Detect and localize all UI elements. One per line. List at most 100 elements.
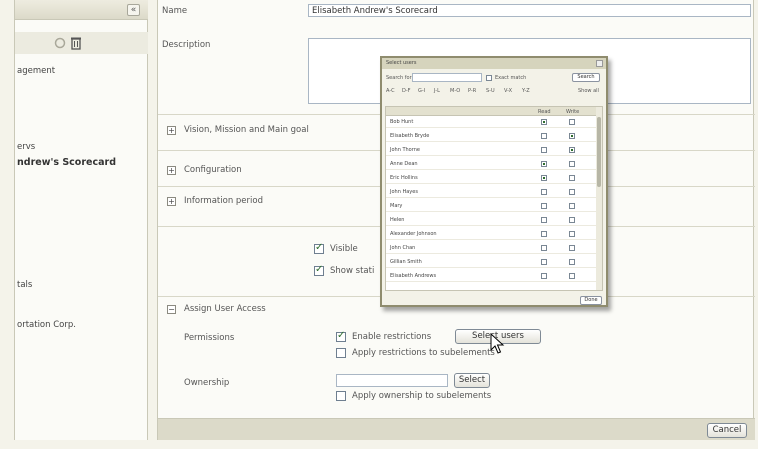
section-vision-title: Vision, Mission and Main goal xyxy=(184,125,309,135)
read-checkbox[interactable] xyxy=(541,245,547,251)
expand-icon[interactable]: + xyxy=(167,166,176,175)
read-column-header: Read xyxy=(538,109,551,115)
search-button[interactable]: Search xyxy=(572,73,600,82)
write-checkbox[interactable] xyxy=(569,217,575,223)
user-row[interactable]: Eric Hollins xyxy=(386,173,596,184)
letter-filter-g-i[interactable]: G-I xyxy=(418,88,425,94)
select-owner-button[interactable]: Select xyxy=(454,373,490,388)
sidebar-item-corp[interactable]: ortation Corp. xyxy=(17,320,76,330)
apply-restrictions-checkbox[interactable] xyxy=(336,348,346,358)
user-name: Alexander Johnson xyxy=(390,231,437,237)
user-row[interactable]: Anne Dean xyxy=(386,159,596,170)
read-checkbox[interactable] xyxy=(541,119,547,125)
refresh-icon[interactable] xyxy=(53,36,67,50)
write-checkbox[interactable] xyxy=(569,231,575,237)
trash-icon[interactable] xyxy=(69,36,83,50)
user-row[interactable]: Elisabeth Andrews xyxy=(386,271,596,282)
write-checkbox[interactable] xyxy=(569,259,575,265)
read-checkbox[interactable] xyxy=(541,217,547,223)
section-information-period-title: Information period xyxy=(184,196,263,206)
user-name: Eric Hollins xyxy=(390,175,418,181)
write-checkbox[interactable] xyxy=(569,245,575,251)
read-checkbox[interactable] xyxy=(541,147,547,153)
done-button[interactable]: Done xyxy=(580,296,602,305)
user-row[interactable]: Alexander Johnson xyxy=(386,229,596,240)
user-row[interactable]: Elisabeth Bryde xyxy=(386,131,596,142)
sidebar-item-tals[interactable]: tals xyxy=(17,280,32,290)
write-checkbox[interactable] xyxy=(569,119,575,125)
permissions-label: Permissions xyxy=(184,333,235,343)
ownership-field[interactable] xyxy=(336,374,448,387)
exact-match-checkbox[interactable] xyxy=(486,75,492,81)
write-checkbox[interactable] xyxy=(569,133,575,139)
user-row[interactable]: Mary xyxy=(386,201,596,212)
user-name: John Hayes xyxy=(390,189,418,195)
sidebar: « agement ervs ndrew's Scorecard tals or… xyxy=(14,0,148,440)
read-checkbox[interactable] xyxy=(541,273,547,279)
visible-label: Visible xyxy=(330,244,358,254)
user-row[interactable]: John Thorne xyxy=(386,145,596,156)
write-checkbox[interactable] xyxy=(569,147,575,153)
section-assign-access: − Assign User Access Permissions Enable … xyxy=(158,296,755,416)
user-name: Elisabeth Bryde xyxy=(390,133,430,139)
write-checkbox[interactable] xyxy=(569,189,575,195)
letter-filter-j-l[interactable]: J-L xyxy=(434,88,440,94)
enable-restrictions-label: Enable restrictions xyxy=(352,332,432,342)
read-checkbox[interactable] xyxy=(541,231,547,237)
scrollbar[interactable] xyxy=(596,107,602,290)
user-row[interactable]: Bob Hunt xyxy=(386,117,596,128)
read-checkbox[interactable] xyxy=(541,259,547,265)
write-checkbox[interactable] xyxy=(569,161,575,167)
read-checkbox[interactable] xyxy=(541,203,547,209)
enable-restrictions-checkbox[interactable] xyxy=(336,330,346,342)
write-column-header: Write xyxy=(566,109,580,115)
sidebar-header: « xyxy=(15,0,148,20)
sidebar-item-servs[interactable]: ervs xyxy=(17,142,35,152)
letter-filter-show-all[interactable]: Show all xyxy=(578,88,599,94)
collapse-icon[interactable]: − xyxy=(167,305,176,314)
read-checkbox[interactable] xyxy=(541,189,547,195)
name-field[interactable]: Elisabeth Andrew's Scorecard xyxy=(308,4,751,17)
close-icon[interactable] xyxy=(596,60,603,67)
section-configuration-title: Configuration xyxy=(184,165,242,175)
letter-filter-m-o[interactable]: M-O xyxy=(450,88,460,94)
read-checkbox[interactable] xyxy=(541,133,547,139)
user-row[interactable]: John Hayes xyxy=(386,187,596,198)
user-name: John Thorne xyxy=(390,147,420,153)
write-checkbox[interactable] xyxy=(569,203,575,209)
search-input[interactable] xyxy=(412,73,482,82)
letter-filter-y-z[interactable]: Y-Z xyxy=(522,88,530,94)
letter-filter-p-r[interactable]: P-R xyxy=(468,88,476,94)
expand-icon[interactable]: + xyxy=(167,197,176,206)
user-name: Elisabeth Andrews xyxy=(390,273,437,279)
user-name: Gillian Smith xyxy=(390,259,422,265)
show-status-checkbox[interactable] xyxy=(314,264,324,276)
section-assign-access-title: Assign User Access xyxy=(184,304,266,314)
users-table-header: Read Write xyxy=(386,107,602,116)
visible-checkbox[interactable] xyxy=(314,242,324,254)
show-status-label: Show stati xyxy=(330,266,375,276)
letter-filter-d-f[interactable]: D-F xyxy=(402,88,411,94)
read-checkbox[interactable] xyxy=(541,161,547,167)
search-label: Search for xyxy=(386,75,412,81)
letter-filter-s-u[interactable]: S-U xyxy=(486,88,495,94)
letter-filter-a-c[interactable]: A-C xyxy=(386,88,395,94)
scrollbar-thumb[interactable] xyxy=(597,117,601,187)
name-label: Name xyxy=(162,6,188,16)
mouse-cursor-icon xyxy=(490,333,505,354)
collapse-sidebar-button[interactable]: « xyxy=(127,4,140,16)
user-row[interactable]: Helen xyxy=(386,215,596,226)
write-checkbox[interactable] xyxy=(569,273,575,279)
apply-ownership-checkbox[interactable] xyxy=(336,391,346,401)
expand-icon[interactable]: + xyxy=(167,126,176,135)
sidebar-item-management[interactable]: agement xyxy=(17,66,55,76)
apply-ownership-label: Apply ownership to subelements xyxy=(352,391,492,401)
sidebar-item-scorecard[interactable]: ndrew's Scorecard xyxy=(17,157,116,168)
user-row[interactable]: Gillian Smith xyxy=(386,257,596,268)
letter-filter-v-x[interactable]: V-X xyxy=(504,88,512,94)
user-name: Anne Dean xyxy=(390,161,418,167)
write-checkbox[interactable] xyxy=(569,175,575,181)
read-checkbox[interactable] xyxy=(541,175,547,181)
cancel-button[interactable]: Cancel xyxy=(707,423,747,438)
user-row[interactable]: John Chan xyxy=(386,243,596,254)
